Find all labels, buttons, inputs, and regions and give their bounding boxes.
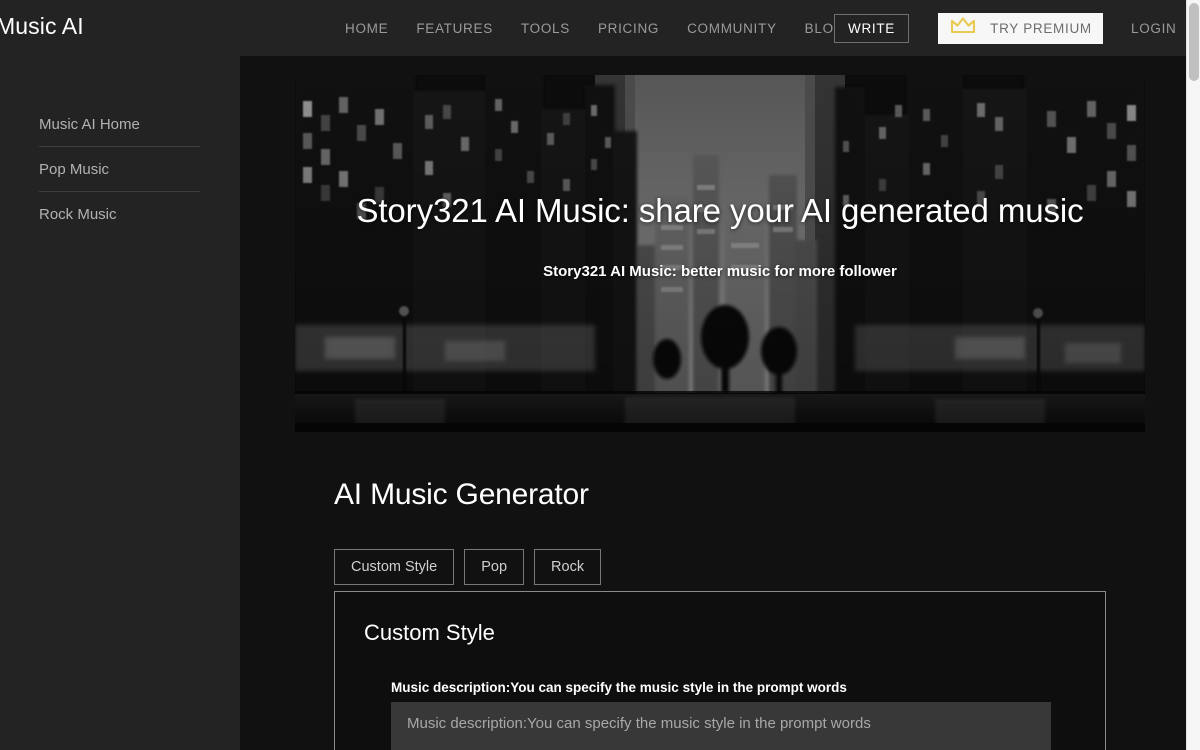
sidebar-item-pop-music[interactable]: Pop Music — [39, 147, 200, 192]
hero-text-block: Story321 AI Music: share your AI generat… — [295, 75, 1145, 432]
sidebar-item-label: Music AI Home — [39, 115, 140, 133]
sidebar: Music AI Home Pop Music Rock Music — [0, 56, 240, 750]
style-tab-group: Custom Style Pop Rock — [334, 549, 602, 585]
custom-style-panel: Custom Style Music description:You can s… — [334, 591, 1106, 750]
try-premium-label: TRY PREMIUM — [990, 21, 1092, 36]
tab-rock[interactable]: Rock — [534, 549, 602, 585]
nav-link-pricing[interactable]: PRICING — [598, 21, 659, 36]
nav-link-tools[interactable]: TOOLS — [521, 21, 570, 36]
tab-pop[interactable]: Pop — [464, 549, 525, 585]
sidebar-item-label: Pop Music — [39, 160, 110, 178]
main-content: Story321 AI Music: share your AI generat… — [240, 56, 1186, 750]
hero-subtitle: Story321 AI Music: better music for more… — [543, 263, 897, 280]
crown-icon — [949, 16, 977, 41]
page-scrollbar[interactable] — [1186, 0, 1200, 750]
brand-logo[interactable]: Music AI — [0, 13, 84, 40]
login-link[interactable]: LOGIN — [1131, 21, 1177, 36]
sidebar-item-rock-music[interactable]: Rock Music — [39, 192, 200, 237]
sidebar-nav-list: Music AI Home Pop Music Rock Music — [39, 102, 200, 237]
nav-link-home[interactable]: HOME — [345, 21, 388, 36]
music-description-label: Music description:You can specify the mu… — [391, 680, 847, 695]
page-root: Story321 AI Music: share your AI generat… — [0, 0, 1200, 750]
hero-title: Story321 AI Music: share your AI generat… — [356, 192, 1084, 229]
top-navigation-bar: Music AI HOME FEATURES TOOLS PRICING COM… — [0, 0, 1186, 56]
nav-link-features[interactable]: FEATURES — [416, 21, 493, 36]
try-premium-button[interactable]: TRY PREMIUM — [938, 13, 1103, 44]
sidebar-item-label: Rock Music — [39, 206, 117, 223]
panel-title: Custom Style — [364, 620, 495, 645]
nav-link-community[interactable]: COMMUNITY — [687, 21, 777, 36]
hero-banner: Story321 AI Music: share your AI generat… — [295, 75, 1145, 432]
generator-heading: AI Music Generator — [334, 478, 589, 511]
write-button[interactable]: WRITE — [834, 14, 909, 43]
sidebar-item-music-ai-home[interactable]: Music AI Home — [39, 102, 200, 147]
nav-links: HOME FEATURES TOOLS PRICING COMMUNITY BL… — [345, 0, 845, 56]
tab-custom-style[interactable]: Custom Style — [334, 549, 455, 585]
scrollbar-thumb[interactable] — [1189, 3, 1199, 81]
music-description-input[interactable] — [391, 702, 1051, 750]
